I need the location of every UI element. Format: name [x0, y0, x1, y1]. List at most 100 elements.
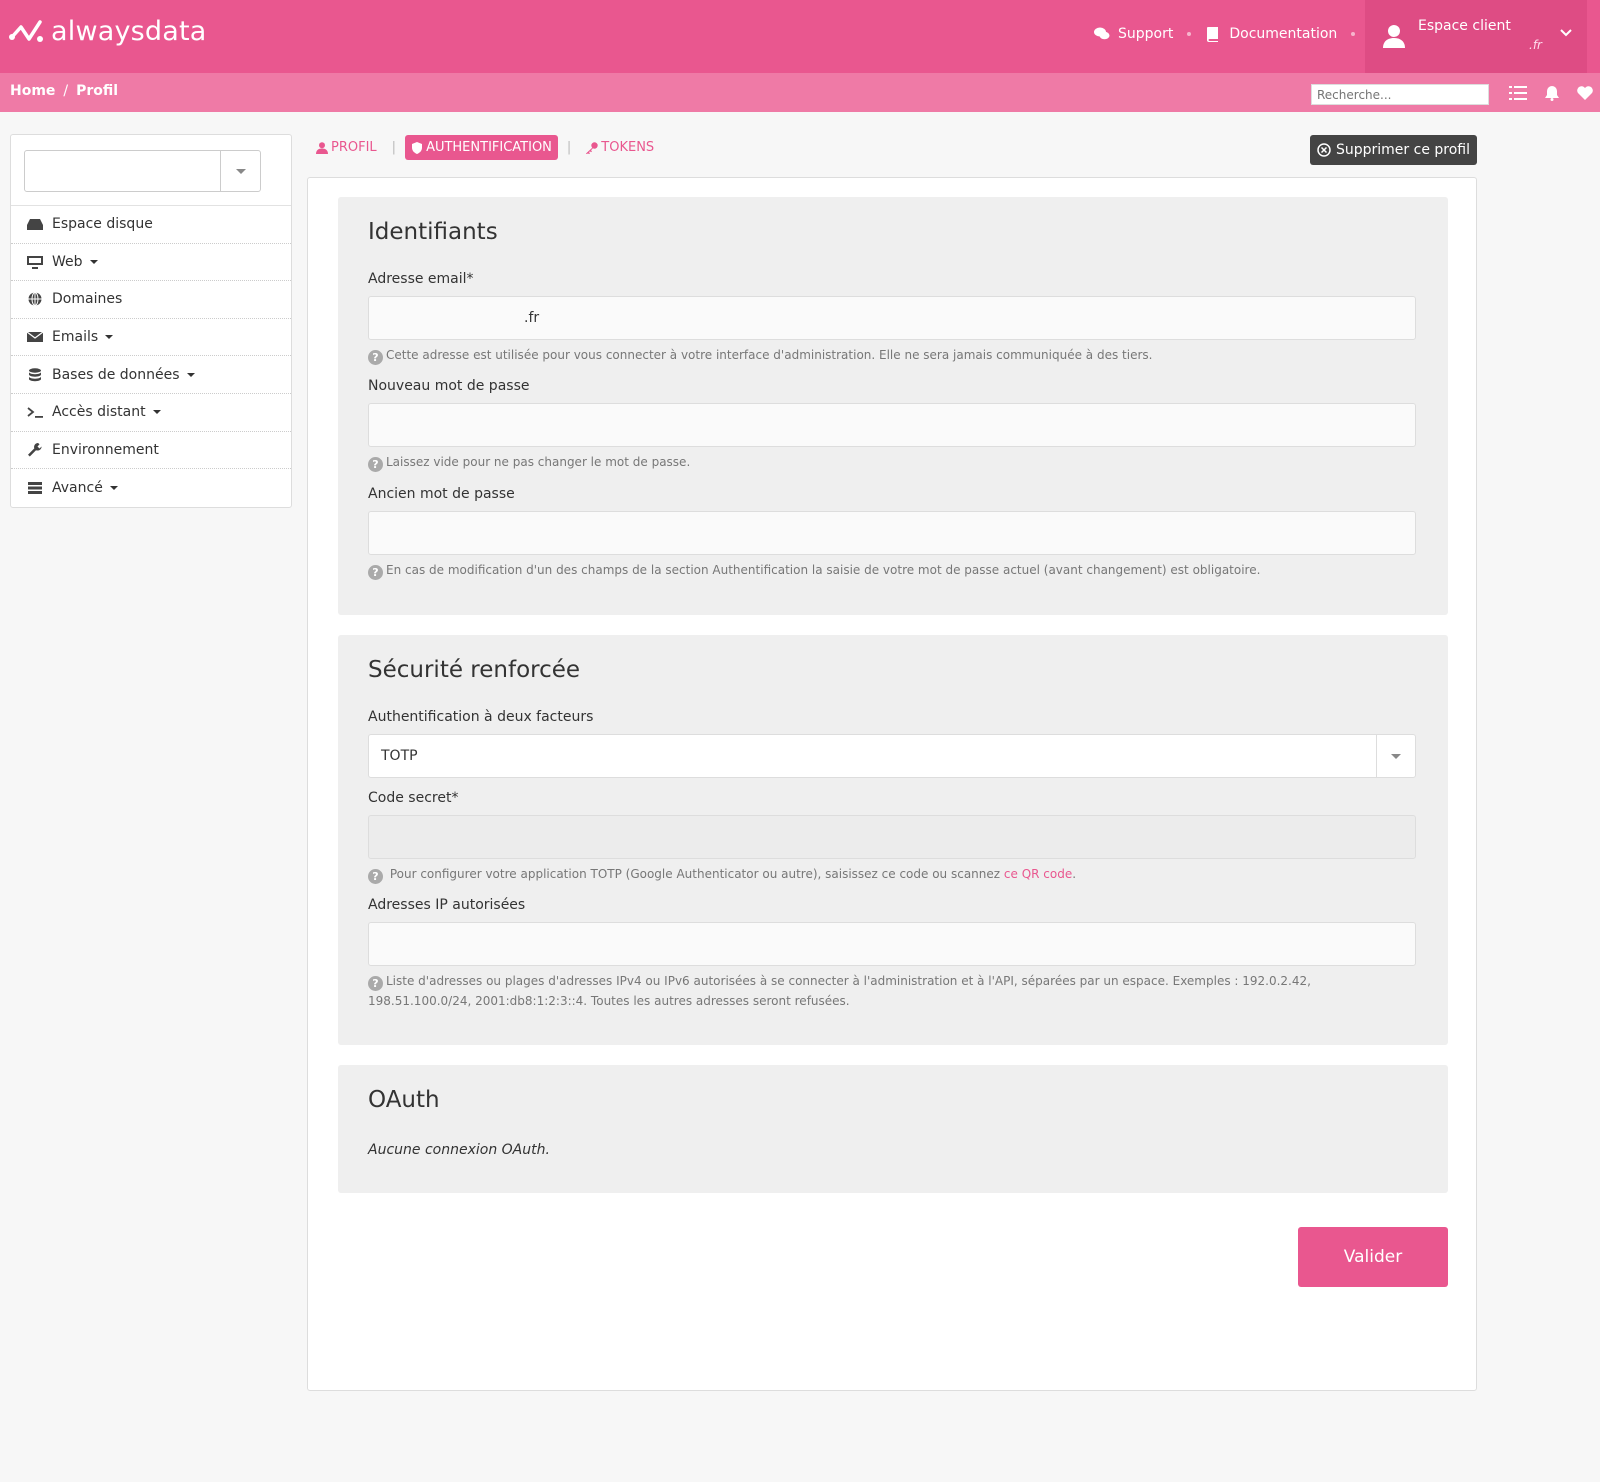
user-icon	[316, 141, 328, 154]
separator-dot	[1351, 32, 1356, 36]
logo[interactable]: alwaysdata	[9, 16, 207, 47]
sidebar-item-web[interactable]: Web	[11, 244, 291, 282]
account-label: Espace client	[1418, 18, 1511, 34]
email-field[interactable]: .fr	[368, 296, 1416, 340]
question-icon: ?	[368, 869, 383, 884]
dropdown-arrow-icon	[1376, 735, 1415, 777]
breadcrumb-separator: /	[63, 83, 69, 99]
breadcrumb: Home / Profil	[10, 83, 118, 99]
new-password-field[interactable]	[368, 403, 1416, 447]
sidebar-item-bases-de-donnees[interactable]: Bases de données	[11, 356, 291, 394]
new-password-help: ? Laissez vide pour ne pas changer le mot…	[368, 452, 1418, 472]
old-password-label: Ancien mot de passe	[368, 486, 515, 502]
submit-button[interactable]: Valider	[1298, 1227, 1448, 1287]
book-icon	[1207, 27, 1219, 42]
sidebar-item-label: Avancé	[52, 479, 103, 496]
question-icon: ?	[368, 565, 383, 580]
old-password-help-text: En cas de modification d'un des champs d…	[386, 563, 1261, 577]
support-link[interactable]: Support	[1094, 26, 1173, 42]
allowed-ips-field[interactable]	[368, 922, 1416, 966]
key-icon	[586, 141, 598, 154]
section-title: Sécurité renforcée	[368, 657, 581, 683]
oauth-empty-message: Aucune connexion OAuth.	[368, 1142, 550, 1158]
caret-down-icon	[89, 259, 98, 264]
account-selector[interactable]	[24, 150, 261, 192]
account-domain: .fr	[1529, 38, 1542, 52]
allowed-ips-help-text: Liste d'adresses ou plages d'adresses IP…	[368, 974, 1311, 1008]
caret-down-icon	[109, 485, 118, 490]
top-header: alwaysdata Support Documentation Espace …	[0, 0, 1600, 73]
secret-code-help-text: Pour configurer votre application TOTP (…	[389, 867, 1001, 881]
question-icon: ?	[368, 976, 383, 991]
documentation-link[interactable]: Documentation	[1205, 26, 1337, 42]
circle-x-icon	[1317, 143, 1331, 157]
sidebar-item-label: Accès distant	[52, 404, 146, 421]
new-password-label: Nouveau mot de passe	[368, 378, 530, 394]
tab-separator: |	[391, 140, 397, 155]
database-icon	[29, 367, 41, 381]
sidebar: Espace disque Web Domaines Emails Bases …	[10, 134, 292, 508]
caret-down-icon	[152, 410, 161, 415]
breadcrumb-home[interactable]: Home	[10, 83, 55, 99]
logo-icon	[9, 19, 43, 42]
sidebar-item-emails[interactable]: Emails	[11, 319, 291, 357]
monitor-icon	[27, 255, 43, 269]
sidebar-item-avance[interactable]: Avancé	[11, 469, 291, 507]
securite-section: Sécurité renforcée Authentification à de…	[338, 635, 1448, 1045]
dropdown-arrow-icon	[220, 151, 260, 191]
email-value: .fr	[524, 310, 540, 326]
hdd-icon	[27, 219, 43, 231]
old-password-help: ? En cas de modification d'un des champs …	[368, 560, 1418, 580]
heart-icon[interactable]	[1576, 85, 1594, 101]
sidebar-item-label: Bases de données	[52, 366, 180, 383]
search-input[interactable]	[1311, 84, 1489, 105]
sidebar-item-label: Espace disque	[52, 216, 153, 233]
secret-code-field	[368, 815, 1416, 859]
twofa-select[interactable]: TOTP	[368, 734, 1416, 778]
tab-authentification[interactable]: AUTHENTIFICATION	[405, 135, 558, 160]
section-title: Identifiants	[368, 219, 498, 245]
old-password-field[interactable]	[368, 511, 1416, 555]
question-icon: ?	[368, 457, 383, 472]
qr-code-link[interactable]: ce QR code	[1004, 867, 1072, 881]
account-menu[interactable]: Espace client .fr	[1365, 0, 1587, 73]
email-help-text: Cette adresse est utilisée pour vous con…	[386, 348, 1153, 362]
sidebar-item-acces-distant[interactable]: Accès distant	[11, 394, 291, 432]
sidebar-item-environnement[interactable]: Environnement	[11, 432, 291, 470]
allowed-ips-help: ? Liste d'adresses ou plages d'adresses I…	[368, 971, 1418, 1011]
delete-profile-button[interactable]: Supprimer ce profil	[1310, 135, 1477, 165]
server-icon	[28, 481, 42, 494]
profile-tabs: PROFIL | AUTHENTIFICATION | TOKENS	[310, 135, 660, 160]
tab-label: AUTHENTIFICATION	[426, 140, 552, 155]
tab-tokens[interactable]: TOKENS	[580, 135, 660, 160]
tab-label: PROFIL	[331, 140, 377, 155]
tasks-icon[interactable]	[1509, 85, 1527, 101]
sidebar-item-label: Web	[52, 253, 83, 270]
twofa-label: Authentification à deux facteurs	[368, 709, 594, 725]
question-icon: ?	[368, 350, 383, 365]
secret-code-help: ? Pour configurer votre application TOTP…	[368, 864, 1418, 884]
section-title: OAuth	[368, 1087, 440, 1113]
secret-code-help-end: .	[1072, 867, 1077, 881]
support-label: Support	[1118, 26, 1174, 42]
tab-profil[interactable]: PROFIL	[310, 135, 383, 160]
sidebar-item-label: Emails	[52, 329, 99, 346]
sidebar-item-domaines[interactable]: Domaines	[11, 281, 291, 319]
wrench-icon	[28, 442, 42, 457]
sidebar-item-label: Domaines	[52, 291, 123, 308]
main-panel: Identifiants Adresse email* .fr ? Cette a…	[307, 177, 1477, 1391]
sidebar-menu: Espace disque Web Domaines Emails Bases …	[11, 205, 291, 507]
tab-separator: |	[566, 140, 572, 155]
sidebar-item-espace-disque[interactable]: Espace disque	[11, 206, 291, 244]
bell-icon[interactable]	[1543, 85, 1561, 101]
breadcrumb-bar: Home / Profil	[0, 73, 1600, 112]
comments-icon	[1094, 27, 1110, 40]
envelope-icon	[27, 331, 43, 343]
user-icon	[1383, 24, 1405, 48]
allowed-ips-label: Adresses IP autorisées	[368, 897, 526, 913]
sidebar-item-label: Environnement	[52, 441, 159, 458]
shield-icon	[412, 141, 423, 154]
chevron-down-icon	[1560, 29, 1572, 37]
new-password-help-text: Laissez vide pour ne pas changer le mot …	[386, 455, 691, 469]
caret-down-icon	[186, 372, 195, 377]
